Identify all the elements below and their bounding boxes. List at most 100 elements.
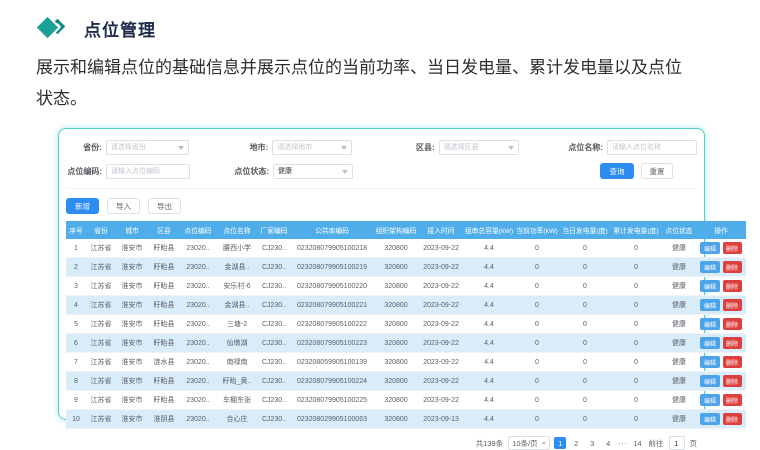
public-code-cell: 023208079905100220: [290, 277, 374, 296]
district-cell: 盱眙县: [148, 277, 180, 296]
table-row: 3江苏省淮安市盱眙县23020..安乐村-6CJ230..02320807990…: [66, 277, 746, 296]
city-cell: 淮安市: [116, 277, 148, 296]
point-name-cell: 金湖县..: [216, 296, 258, 315]
vendor-code-cell: CJ230..: [258, 277, 290, 296]
power-cell: 0: [514, 277, 560, 296]
delete-button[interactable]: 删除: [723, 375, 742, 387]
delete-button[interactable]: 删除: [723, 261, 742, 273]
total-cell: 0: [610, 391, 662, 410]
delete-button[interactable]: 删除: [723, 318, 742, 330]
access-time-cell: 2023-09-22: [418, 277, 464, 296]
district-placeholder: 请选择区县: [444, 142, 479, 152]
org-code-cell: 320800: [374, 410, 418, 429]
edit-button[interactable]: 编辑: [700, 337, 719, 349]
city-select[interactable]: 请选择地市: [272, 140, 352, 155]
column-header: 省份: [86, 221, 116, 239]
delete-button[interactable]: 删除: [723, 356, 742, 368]
page-suffix: 页: [690, 438, 698, 449]
import-button[interactable]: 导入: [107, 198, 140, 214]
edit-button[interactable]: 编辑: [700, 280, 719, 292]
goto-label: 前往: [649, 438, 664, 449]
province-select[interactable]: 请选择省份: [106, 140, 190, 155]
city-cell: 淮安市: [116, 391, 148, 410]
province-cell: 江苏省: [86, 239, 116, 258]
actions-cell: 编辑删除: [696, 277, 746, 296]
edit-button[interactable]: 编辑: [700, 242, 719, 254]
province-cell: 江苏省: [86, 391, 116, 410]
table-row: 7江苏省淮安市涟水县23020..南禄南CJ230..0232080599051…: [66, 353, 746, 372]
total-cell: 0: [610, 334, 662, 353]
total-cell: 0: [610, 239, 662, 258]
total-cell: 0: [610, 410, 662, 429]
delete-button[interactable]: 删除: [723, 337, 742, 349]
org-code-cell: 320800: [374, 353, 418, 372]
edit-button[interactable]: 编辑: [700, 299, 719, 311]
point-name-label: 点位名称:: [559, 142, 603, 153]
page-size-select[interactable]: 10条/页: [508, 436, 550, 450]
goto-page-input[interactable]: [669, 436, 685, 450]
reset-button[interactable]: 重置: [641, 163, 673, 179]
delete-button[interactable]: 删除: [723, 394, 742, 406]
point-status-select[interactable]: 健康: [273, 164, 353, 179]
column-header: 区县: [148, 221, 180, 239]
vendor-code-cell: CJ230..: [258, 372, 290, 391]
page-number[interactable]: 14: [632, 437, 644, 449]
city-cell: 淮安市: [116, 353, 148, 372]
district-select[interactable]: 请选择区县: [439, 140, 520, 155]
page-title: 点位管理: [84, 16, 156, 41]
page-number[interactable]: 2: [570, 437, 582, 449]
edit-button[interactable]: 编辑: [700, 261, 719, 273]
province-cell: 江苏省: [86, 372, 116, 391]
capacity-cell: 4.4: [464, 353, 514, 372]
search-button[interactable]: 查询: [600, 163, 634, 179]
capacity-cell: 4.4: [464, 258, 514, 277]
page-number[interactable]: 1: [554, 437, 566, 449]
edit-button[interactable]: 编辑: [700, 318, 719, 330]
no-cell: 4: [66, 296, 86, 315]
province-label: 省份:: [72, 142, 102, 153]
column-header: 点位名称: [216, 221, 258, 239]
daily-cell: 0: [560, 277, 610, 296]
edit-button[interactable]: 编辑: [700, 356, 719, 368]
daily-cell: 0: [560, 258, 610, 277]
point-name-input[interactable]: [607, 140, 697, 155]
total-cell: 0: [610, 258, 662, 277]
access-time-cell: 2023-09-22: [418, 239, 464, 258]
edit-button[interactable]: 编辑: [700, 375, 719, 387]
district-cell: 盱眙县: [148, 315, 180, 334]
delete-button[interactable]: 删除: [723, 242, 742, 254]
add-button[interactable]: 新增: [66, 198, 99, 214]
point-code-cell: 23020..: [180, 315, 216, 334]
point-code-input[interactable]: [106, 164, 190, 179]
power-cell: 0: [514, 296, 560, 315]
public-code-cell: 023208079905100225: [290, 391, 374, 410]
column-header: 当前功率(kW): [514, 221, 560, 239]
point-code-cell: 23020..: [180, 372, 216, 391]
page-number[interactable]: 4: [602, 437, 614, 449]
no-cell: 7: [66, 353, 86, 372]
daily-cell: 0: [560, 372, 610, 391]
chevron-down-icon: [341, 146, 347, 153]
pagination: 共139条 10条/页 1234...14 前往 页: [66, 436, 697, 450]
district-cell: 盱眙县: [148, 334, 180, 353]
export-button[interactable]: 导出: [148, 198, 181, 214]
province-cell: 江苏省: [86, 315, 116, 334]
access-time-cell: 2023-09-22: [418, 353, 464, 372]
district-cell: 涟水县: [148, 353, 180, 372]
delete-button[interactable]: 删除: [723, 280, 742, 292]
edit-button[interactable]: 编辑: [700, 413, 719, 425]
power-cell: 0: [514, 391, 560, 410]
delete-button[interactable]: 删除: [723, 299, 742, 311]
actions-cell: 编辑删除: [696, 334, 746, 353]
page-size-value: 10条/页: [512, 438, 537, 449]
org-code-cell: 320800: [374, 258, 418, 277]
points-table: 序号省份城市区县点位编码点位名称厂家编码公共库编码组织架构编码接入时间组串总容量…: [66, 221, 746, 429]
delete-button[interactable]: 删除: [723, 413, 742, 425]
district-cell: 盱眙县: [148, 372, 180, 391]
district-cell: 盱眙县: [148, 296, 180, 315]
edit-button[interactable]: 编辑: [700, 394, 719, 406]
no-cell: 10: [66, 410, 86, 429]
power-cell: 0: [514, 353, 560, 372]
page-number[interactable]: 3: [586, 437, 598, 449]
total-cell: 0: [610, 353, 662, 372]
